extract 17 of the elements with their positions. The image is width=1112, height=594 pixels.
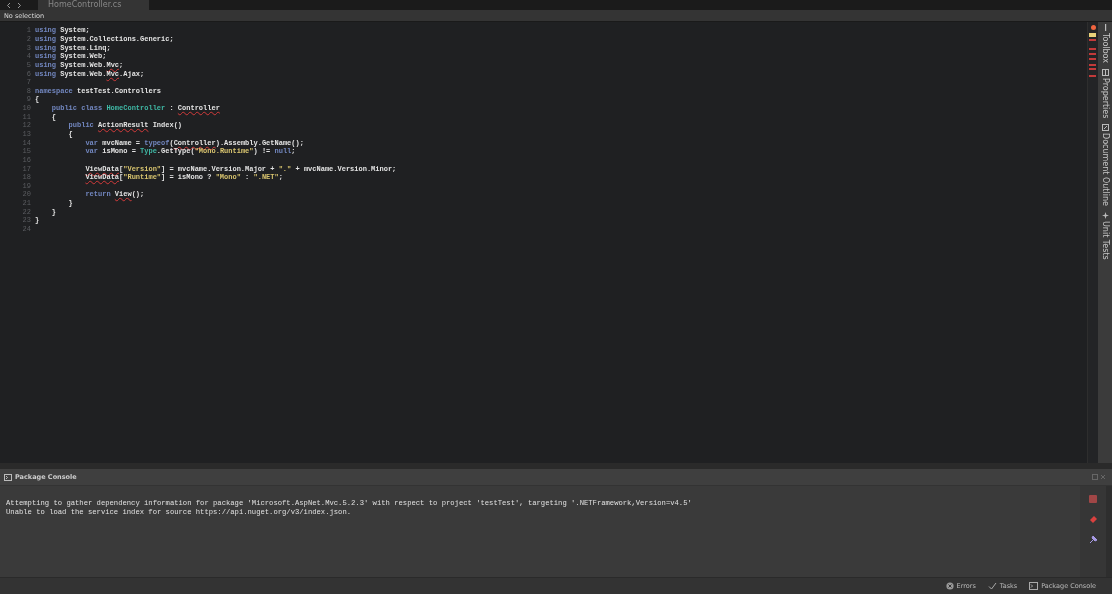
overview-ruler[interactable] xyxy=(1087,22,1098,463)
side-pad-tab[interactable]: Document Outline xyxy=(1100,124,1110,207)
check-icon xyxy=(987,582,997,590)
error-indicator-icon xyxy=(1090,25,1096,30)
grid-icon xyxy=(1101,69,1109,76)
pin-icon[interactable] xyxy=(1088,535,1098,544)
outline-icon xyxy=(1101,124,1109,132)
side-pad-tab[interactable]: Unit Tests xyxy=(1100,212,1110,261)
sparkle-icon xyxy=(1101,212,1109,220)
window-controls-icon[interactable] xyxy=(1092,474,1106,480)
side-pad-tab[interactable]: Toolbox xyxy=(1100,24,1110,63)
console-icon xyxy=(1029,582,1039,590)
editor-tab[interactable]: HomeController.cs xyxy=(38,0,150,10)
console-icon xyxy=(4,473,12,481)
eraser-icon[interactable] xyxy=(1088,515,1098,523)
error-icon xyxy=(945,582,954,590)
side-pad-tab[interactable]: Properties xyxy=(1100,69,1110,119)
